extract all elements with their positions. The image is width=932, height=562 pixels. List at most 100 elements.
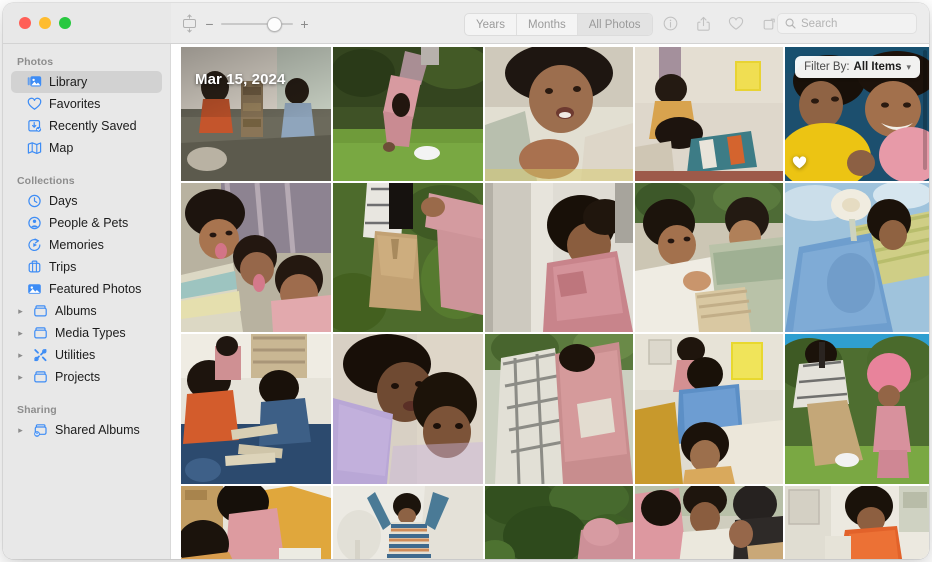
sidebar-item-label: Utilities [55, 348, 96, 362]
search-placeholder: Search [801, 17, 838, 30]
photo-thumbnail [333, 183, 483, 332]
photo-thumbnail [333, 47, 483, 181]
thumbnail-size-slider[interactable] [221, 16, 293, 32]
photo-cell[interactable] [485, 183, 633, 332]
thumbnail-size-controls[interactable]: − + [181, 13, 309, 34]
chevron-right-icon[interactable]: ▸ [15, 306, 26, 316]
search-icon [785, 18, 796, 29]
sidebar-item-projects[interactable]: ▸ Projects [11, 366, 162, 388]
sidebar-item-albums[interactable]: ▸ Albums [11, 300, 162, 322]
sidebar-item-trips[interactable]: Trips [11, 256, 162, 278]
sidebar-item-utilities[interactable]: ▸ Utilities [11, 344, 162, 366]
filter-by-button[interactable]: Filter By: All Items ▾ [795, 56, 920, 78]
slider-track [221, 22, 293, 25]
photo-cell[interactable] [785, 486, 929, 559]
folder-icon [33, 370, 48, 385]
sidebar-item-featured-photos[interactable]: Featured Photos [11, 278, 162, 300]
sidebar-item-label: Shared Albums [55, 423, 140, 437]
sidebar-item-label: Days [49, 194, 78, 208]
photo-row [181, 486, 929, 559]
sidebar-item-shared-albums[interactable]: ▸ Shared Albums [11, 419, 162, 441]
photo-thumbnail [485, 486, 633, 559]
tab-months[interactable]: Months [517, 14, 578, 35]
filter-value-label: All Items [853, 61, 902, 73]
photo-cell[interactable]: Mar 15, 2024 [181, 47, 331, 181]
chevron-right-icon[interactable]: ▸ [15, 425, 26, 435]
memories-icon [27, 238, 42, 253]
sidebar-item-recently-saved[interactable]: Recently Saved [11, 115, 162, 137]
photo-cell[interactable] [785, 183, 929, 332]
chevron-right-icon[interactable]: ▸ [15, 372, 26, 382]
photo-thumbnail [181, 183, 331, 332]
sidebar-item-library[interactable]: Library [11, 71, 162, 93]
photo-thumbnail [485, 47, 633, 181]
sidebar-item-people-and-pets[interactable]: People & Pets [11, 212, 162, 234]
heart-icon [27, 97, 42, 112]
photo-cell[interactable] [485, 47, 633, 181]
filter-prefix-label: Filter By: [804, 61, 850, 73]
photo-thumbnail [485, 183, 633, 332]
photo-cell[interactable] [333, 183, 483, 332]
toolbar-actions [657, 12, 782, 35]
recently-saved-icon [27, 119, 42, 134]
sidebar-item-label: People & Pets [49, 216, 129, 230]
search-field[interactable]: Search [777, 13, 917, 34]
window-controls[interactable] [19, 17, 71, 29]
photo-thumbnail [785, 334, 929, 484]
chevron-right-icon[interactable]: ▸ [15, 328, 26, 338]
photo-cell[interactable] [181, 183, 331, 332]
zoom-button[interactable] [59, 17, 71, 29]
photo-row [181, 334, 929, 484]
view-mode-segmented-control[interactable]: Years Months All Photos [464, 13, 653, 36]
vertical-scrollbar[interactable] [923, 50, 927, 170]
sidebar: Photos Library Favorites Recently Saved … [3, 44, 171, 559]
photo-cell[interactable] [635, 183, 783, 332]
sidebar-item-memories[interactable]: Memories [11, 234, 162, 256]
share-icon [696, 16, 710, 31]
photo-cell[interactable] [635, 486, 783, 559]
photo-cell[interactable] [333, 334, 483, 484]
zoom-out-button[interactable]: − [205, 17, 214, 31]
aspect-ratio-icon[interactable] [181, 14, 198, 33]
slider-knob[interactable] [267, 16, 282, 32]
sidebar-item-map[interactable]: Map [11, 137, 162, 159]
photo-grid-area[interactable]: Mar 15, 2024 Filter By: All Items ▾ [171, 44, 929, 559]
tab-all-photos[interactable]: All Photos [577, 14, 652, 35]
favorite-badge [792, 156, 807, 174]
folder-icon [33, 326, 48, 341]
photo-cell[interactable] [635, 334, 783, 484]
photo-thumbnail [635, 486, 783, 559]
close-button[interactable] [19, 17, 31, 29]
photo-cell[interactable] [181, 486, 331, 559]
photo-cell[interactable] [785, 334, 929, 484]
photo-grid: Mar 15, 2024 [181, 47, 929, 559]
info-button[interactable] [657, 12, 683, 35]
photo-cell[interactable] [485, 334, 633, 484]
chevron-right-icon[interactable]: ▸ [15, 350, 26, 360]
sidebar-item-media-types[interactable]: ▸ Media Types [11, 322, 162, 344]
favorite-button[interactable] [723, 12, 749, 35]
rotate-icon [763, 18, 775, 30]
sidebar-item-label: Albums [55, 304, 97, 318]
photo-thumbnail [635, 334, 783, 484]
date-label: Mar 15, 2024 [195, 71, 286, 88]
map-icon [27, 141, 42, 156]
utilities-icon [33, 348, 48, 363]
zoom-in-button[interactable]: + [300, 17, 309, 31]
chevron-down-icon[interactable]: ▾ [906, 62, 911, 73]
photo-cell[interactable] [333, 47, 483, 181]
sidebar-item-days[interactable]: Days [11, 190, 162, 212]
photo-cell[interactable] [181, 334, 331, 484]
sidebar-item-favorites[interactable]: Favorites [11, 93, 162, 115]
photo-thumbnail [485, 334, 633, 484]
tab-years[interactable]: Years [465, 14, 517, 35]
photo-row [181, 183, 929, 332]
photo-cell[interactable] [333, 486, 483, 559]
share-button[interactable] [690, 12, 716, 35]
photo-cell[interactable] [635, 47, 783, 181]
photo-icon [27, 282, 42, 297]
photo-cell[interactable] [485, 486, 633, 559]
minimize-button[interactable] [39, 17, 51, 29]
photo-thumbnail [181, 334, 331, 484]
